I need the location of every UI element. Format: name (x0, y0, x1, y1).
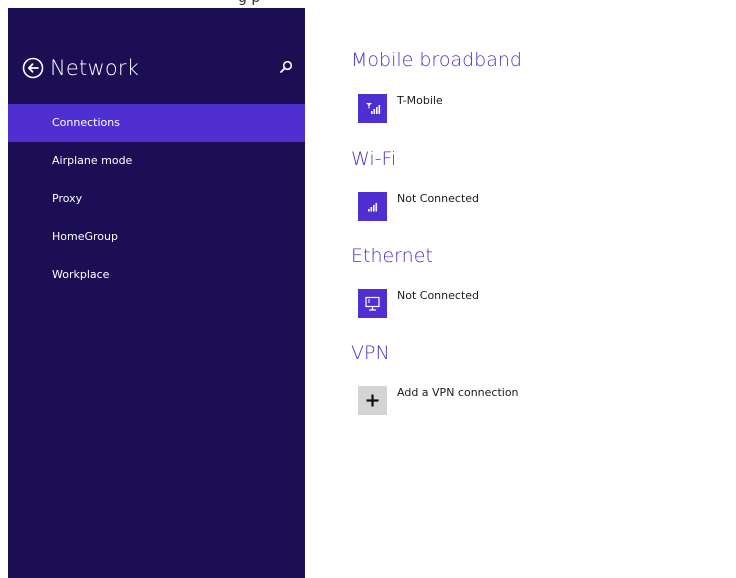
search-icon[interactable] (278, 59, 294, 75)
sidebar-item-label: Proxy (52, 192, 83, 205)
ethernet-status-label: Not Connected (397, 289, 480, 302)
sidebar-item-label: HomeGroup (52, 230, 118, 243)
sidebar-header: Network (8, 52, 305, 86)
page-title: Network (50, 56, 140, 80)
sidebar-item-airplane-mode[interactable]: Airplane mode (8, 142, 305, 180)
section-title-wifi: Wi-Fi (351, 148, 397, 170)
add-vpn-label: Add a VPN connection (397, 386, 519, 399)
sidebar-nav: Connections Airplane mode Proxy HomeGrou… (8, 104, 305, 294)
sidebar-item-label: Connections (52, 116, 120, 129)
section-title-mobile-broadband: Mobile broadband (351, 49, 522, 71)
sidebar-item-connections[interactable]: Connections (8, 104, 305, 142)
wifi-status-label: Not Connected (397, 192, 480, 205)
wifi-signal-icon (358, 192, 387, 221)
section-title-vpn: VPN (351, 342, 390, 364)
ethernet-icon (358, 289, 387, 318)
section-title-ethernet: Ethernet (351, 245, 433, 267)
plus-icon (358, 386, 387, 415)
sidebar-item-workplace[interactable]: Workplace (8, 256, 305, 294)
sidebar-item-label: Workplace (52, 268, 110, 281)
sidebar: Network Connections Airplane mode Proxy … (8, 8, 305, 578)
sidebar-item-label: Airplane mode (52, 154, 133, 167)
back-arrow-circle-icon[interactable] (22, 57, 44, 79)
sidebar-item-proxy[interactable]: Proxy (8, 180, 305, 218)
main-content: Mobile broadband T-Mobile Wi-Fi Not Conn… (351, 0, 731, 578)
top-caption: g p (238, 0, 260, 6)
mobile-signal-icon (358, 94, 387, 123)
mobile-broadband-label: T-Mobile (397, 94, 443, 107)
sidebar-item-homegroup[interactable]: HomeGroup (8, 218, 305, 256)
